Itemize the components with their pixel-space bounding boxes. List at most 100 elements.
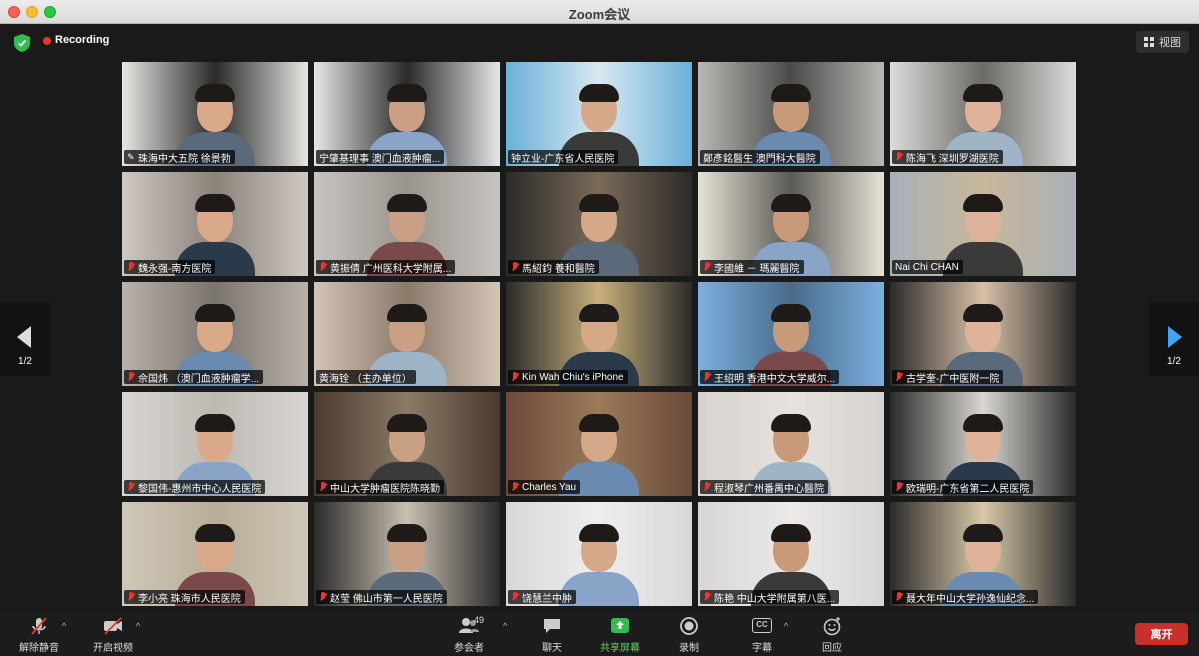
participant-tile[interactable]: 王绍明 香港中文大学威尔...: [698, 282, 884, 386]
mic-muted-icon: [127, 262, 135, 272]
participant-tile[interactable]: Charles Yau: [506, 392, 692, 496]
participant-name-tag: 古学奎-广中医附一院: [892, 370, 1004, 385]
participant-name: 李國維 － 瑪麗醫院: [714, 263, 800, 275]
pin-icon: ✎: [127, 152, 135, 162]
participant-name: 饶慧兰中肿: [522, 593, 572, 605]
share-screen-label: 共享屏幕: [600, 643, 640, 654]
participant-name-tag: 欧瑞明-广东省第二人民医院: [892, 480, 1034, 494]
next-page-button[interactable]: 1/2: [1149, 302, 1199, 376]
participant-name-tag: Charles Yau: [508, 480, 581, 494]
captions-button[interactable]: CC 字幕: [745, 612, 779, 656]
recording-label: Recording: [55, 34, 110, 46]
participant-name-tag: 饶慧兰中肿: [508, 590, 576, 604]
participant-tile[interactable]: 陈艳 中山大学附属第八医...: [698, 502, 884, 606]
unmute-label: 解除静音: [19, 643, 59, 654]
participant-name-tag: Kin Wah Chiu's iPhone: [508, 370, 628, 384]
participant-tile[interactable]: 黄海铨 （主办单位）: [314, 282, 500, 386]
video-options-caret-icon[interactable]: ^: [136, 622, 144, 631]
share-screen-button[interactable]: 共享屏幕: [597, 612, 643, 656]
participant-name: Charles Yau: [522, 481, 577, 493]
participants-options-caret-icon[interactable]: ^: [503, 622, 511, 631]
mic-muted-icon: [895, 592, 903, 602]
mic-muted-icon: [319, 262, 327, 272]
leave-meeting-button[interactable]: 离开: [1135, 623, 1188, 645]
participant-name-tag: 程淑琴广州番禺中心醫院: [700, 480, 828, 494]
participant-name: 古学奎-广中医附一院: [906, 373, 1000, 385]
participant-name: Nai Chi CHAN: [895, 261, 959, 273]
mic-muted-icon: [319, 592, 327, 602]
participant-name: 聂大年中山大学孙逸仙纪念...: [906, 593, 1035, 605]
previous-page-button[interactable]: 1/2: [0, 302, 50, 376]
captions-options-caret-icon[interactable]: ^: [784, 622, 792, 631]
start-video-label: 开启视频: [93, 643, 133, 654]
mic-muted-icon: [703, 482, 711, 492]
participant-tile[interactable]: Kin Wah Chiu's iPhone: [506, 282, 692, 386]
participant-name: 陈艳 中山大学附属第八医...: [714, 593, 836, 605]
mic-muted-icon: [511, 592, 519, 602]
chat-bubble-icon: [544, 619, 560, 633]
participant-tile[interactable]: 李小亮 珠海市人民医院: [122, 502, 308, 606]
participant-tile[interactable]: 中山大学肿瘤医院陈晓勤: [314, 392, 500, 496]
participant-name: 宁肇基理事 澳门血液肿瘤...: [319, 153, 441, 165]
start-video-button[interactable]: 开启视频: [90, 612, 136, 656]
participant-name-tag: 李國維 － 瑪麗醫院: [700, 260, 804, 274]
participant-name: 中山大学肿瘤医院陈晓勤: [330, 483, 440, 495]
mic-muted-icon: [127, 482, 135, 492]
participant-name-tag: 钟立业-广东省人民医院: [508, 150, 619, 164]
view-button-label: 视图: [1159, 37, 1181, 49]
mic-muted-icon: [511, 372, 519, 382]
grid-view-icon: [1144, 37, 1154, 47]
mic-muted-icon: [127, 372, 135, 382]
participant-tile[interactable]: 钟立业-广东省人民医院: [506, 62, 692, 166]
participant-tile[interactable]: 陈海飞 深圳罗湖医院: [890, 62, 1076, 166]
participant-name: 魏永强-南方医院: [138, 263, 212, 275]
mic-muted-icon: [511, 262, 519, 272]
participant-tile[interactable]: 古学奎-广中医附一院: [890, 282, 1076, 386]
participant-name: 陈海飞 深圳罗湖医院: [906, 153, 999, 165]
participant-tile[interactable]: 饶慧兰中肿: [506, 502, 692, 606]
reactions-label: 回应: [822, 643, 842, 654]
title-bar: Zoom会议: [0, 0, 1199, 24]
participant-count: 49: [474, 615, 485, 625]
participant-tile[interactable]: 程淑琴广州番禺中心醫院: [698, 392, 884, 496]
participant-tile[interactable]: 黄振倩 广州医科大学附属...: [314, 172, 500, 276]
mic-muted-icon: [127, 592, 135, 602]
audio-options-caret-icon[interactable]: ^: [62, 622, 70, 631]
record-button[interactable]: 录制: [672, 612, 706, 656]
mic-muted-icon: [511, 482, 519, 492]
participant-tile[interactable]: 黎国伟-惠州市中心人民医院: [122, 392, 308, 496]
mic-muted-icon: [895, 152, 903, 162]
participant-tile[interactable]: 馬紹鈞 養和醫院: [506, 172, 692, 276]
unmute-button[interactable]: 解除静音: [16, 612, 62, 656]
reactions-button[interactable]: 回应: [815, 612, 849, 656]
participant-tile[interactable]: Nai Chi CHAN: [890, 172, 1076, 276]
participant-tile[interactable]: 魏永强-南方医院: [122, 172, 308, 276]
participant-tile[interactable]: 欧瑞明-广东省第二人民医院: [890, 392, 1076, 496]
security-shield-icon[interactable]: [14, 34, 30, 52]
participant-tile[interactable]: ✎ 珠海中大五院 徐景勃: [122, 62, 308, 166]
microphone-muted-icon: [31, 617, 47, 635]
view-button[interactable]: 视图: [1136, 31, 1189, 53]
page-indicator-right: 1/2: [1167, 356, 1181, 367]
participant-name: 王绍明 香港中文大学威尔...: [714, 373, 836, 385]
participant-name-tag: 魏永强-南方医院: [124, 260, 216, 275]
participant-name: 黎国伟-惠州市中心人民医院: [138, 483, 262, 495]
participant-tile[interactable]: 佘国炜 （澳门血液肿瘤学...: [122, 282, 308, 386]
participant-tile[interactable]: 鄭彥銘醫生 澳門科大醫院: [698, 62, 884, 166]
participant-name: 佘国炜 （澳门血液肿瘤学...: [138, 373, 260, 385]
chat-button[interactable]: 聊天: [535, 612, 569, 656]
participant-tile[interactable]: 宁肇基理事 澳门血液肿瘤...: [314, 62, 500, 166]
mic-muted-icon: [319, 482, 327, 492]
captions-label: 字幕: [752, 643, 772, 654]
participant-name-tag: 赵莹 佛山市第一人民医院: [316, 590, 447, 604]
page-indicator-left: 1/2: [18, 356, 32, 367]
participant-name-tag: 馬紹鈞 養和醫院: [508, 260, 599, 274]
participant-tile[interactable]: 李國維 － 瑪麗醫院: [698, 172, 884, 276]
participant-tile[interactable]: 赵莹 佛山市第一人民医院: [314, 502, 500, 606]
participant-tile[interactable]: 聂大年中山大学孙逸仙纪念...: [890, 502, 1076, 606]
participant-name-tag: 佘国炜 （澳门血液肿瘤学...: [124, 370, 264, 385]
participant-name: 馬紹鈞 養和醫院: [522, 263, 595, 275]
participants-button[interactable]: 49 参会者: [450, 612, 488, 656]
captions-badge: CC: [752, 618, 772, 633]
participant-name: 程淑琴广州番禺中心醫院: [714, 483, 824, 495]
